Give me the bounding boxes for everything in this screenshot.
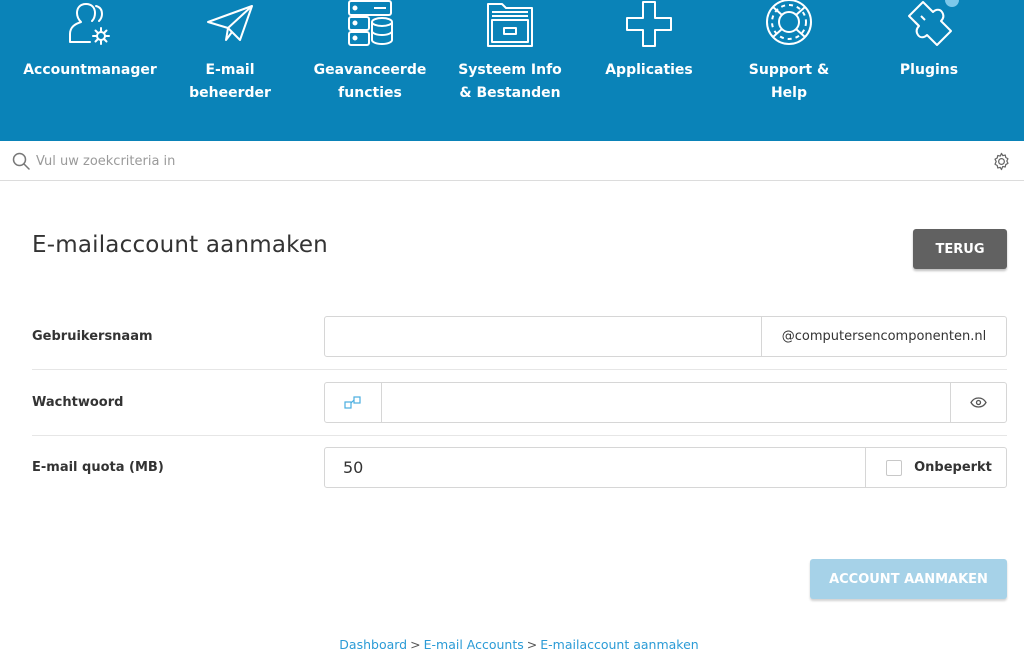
nav-item-applicaties[interactable]: Applicaties: [579, 0, 719, 141]
toggle-password-visibility[interactable]: [951, 383, 1006, 422]
users-settings-icon: [64, 0, 116, 48]
puzzle-icon: [903, 0, 955, 48]
search-icon: [12, 152, 30, 170]
nav-item-label: Applicaties: [605, 62, 693, 78]
row-divider: [32, 369, 1007, 370]
username-label: Gebruikersnaam: [32, 329, 153, 344]
nav-item-accountmanager[interactable]: Accountmanager: [20, 0, 160, 141]
addon-divider: [865, 448, 866, 487]
shuffle-icon: [344, 395, 361, 409]
breadcrumb-separator: >: [526, 637, 538, 652]
username-input[interactable]: [337, 317, 757, 356]
quota-input[interactable]: [343, 448, 843, 487]
nav-item-label: Geavanceerde functies: [313, 62, 427, 101]
row-divider: [32, 435, 1007, 436]
gear-icon[interactable]: [992, 152, 1011, 171]
paper-plane-icon: [204, 0, 256, 48]
username-field-group: @computersencomponenten.nl: [324, 316, 1007, 357]
password-label: Wachtwoord: [32, 395, 124, 410]
nav-item-geavanceerde-functies[interactable]: Geavanceerde functies: [300, 0, 440, 141]
password-input[interactable]: [391, 383, 941, 422]
folder-icon: [484, 0, 536, 48]
breadcrumb-item-current[interactable]: E-mailaccount aanmaken: [540, 637, 698, 652]
breadcrumb-separator: >: [410, 637, 421, 652]
server-database-icon: [344, 0, 396, 48]
addon-divider: [381, 383, 382, 422]
lifebuoy-icon: [763, 0, 815, 48]
nav-item-systeem-info[interactable]: Systeem Info & Bestanden: [440, 0, 580, 141]
nav-item-support-help[interactable]: Support & Help: [719, 0, 859, 141]
nav-item-label: Accountmanager: [23, 62, 157, 78]
quota-field-group: Onbeperkt: [324, 447, 1007, 488]
nav-item-label: E-mail beheerder: [189, 62, 271, 101]
search-bar: [0, 141, 1024, 181]
plus-icon: [623, 0, 675, 48]
breadcrumb: Dashboard > E-mail Accounts > E-mailaccount …: [0, 637, 1024, 652]
unlimited-label: Onbeperkt: [914, 460, 992, 475]
nav-item-label: Systeem Info & Bestanden: [458, 62, 562, 101]
nav-item-plugins[interactable]: Plugins: [859, 0, 999, 141]
unlimited-checkbox[interactable]: [886, 460, 902, 476]
create-account-button[interactable]: ACCOUNT AANMAKEN: [810, 559, 1007, 599]
nav-item-label: Plugins: [899, 62, 959, 78]
top-navigation: Accountmanager E-mail beheerder Geavance…: [0, 0, 1024, 141]
nav-item-email-beheerder[interactable]: E-mail beheerder: [160, 0, 300, 141]
quota-label: E-mail quota (MB): [32, 460, 164, 475]
search-input[interactable]: [36, 147, 936, 175]
back-button[interactable]: TERUG: [913, 229, 1007, 269]
generate-password-button[interactable]: [325, 383, 381, 422]
nav-item-label: Support & Help: [748, 62, 830, 101]
eye-icon: [970, 397, 987, 408]
page-title: E-mailaccount aanmaken: [32, 232, 328, 258]
domain-suffix: @computersencomponenten.nl: [781, 329, 987, 344]
breadcrumb-item-email-accounts[interactable]: E-mail Accounts: [424, 637, 524, 652]
breadcrumb-item-dashboard[interactable]: Dashboard: [339, 637, 407, 652]
password-field-group: [324, 382, 1007, 423]
